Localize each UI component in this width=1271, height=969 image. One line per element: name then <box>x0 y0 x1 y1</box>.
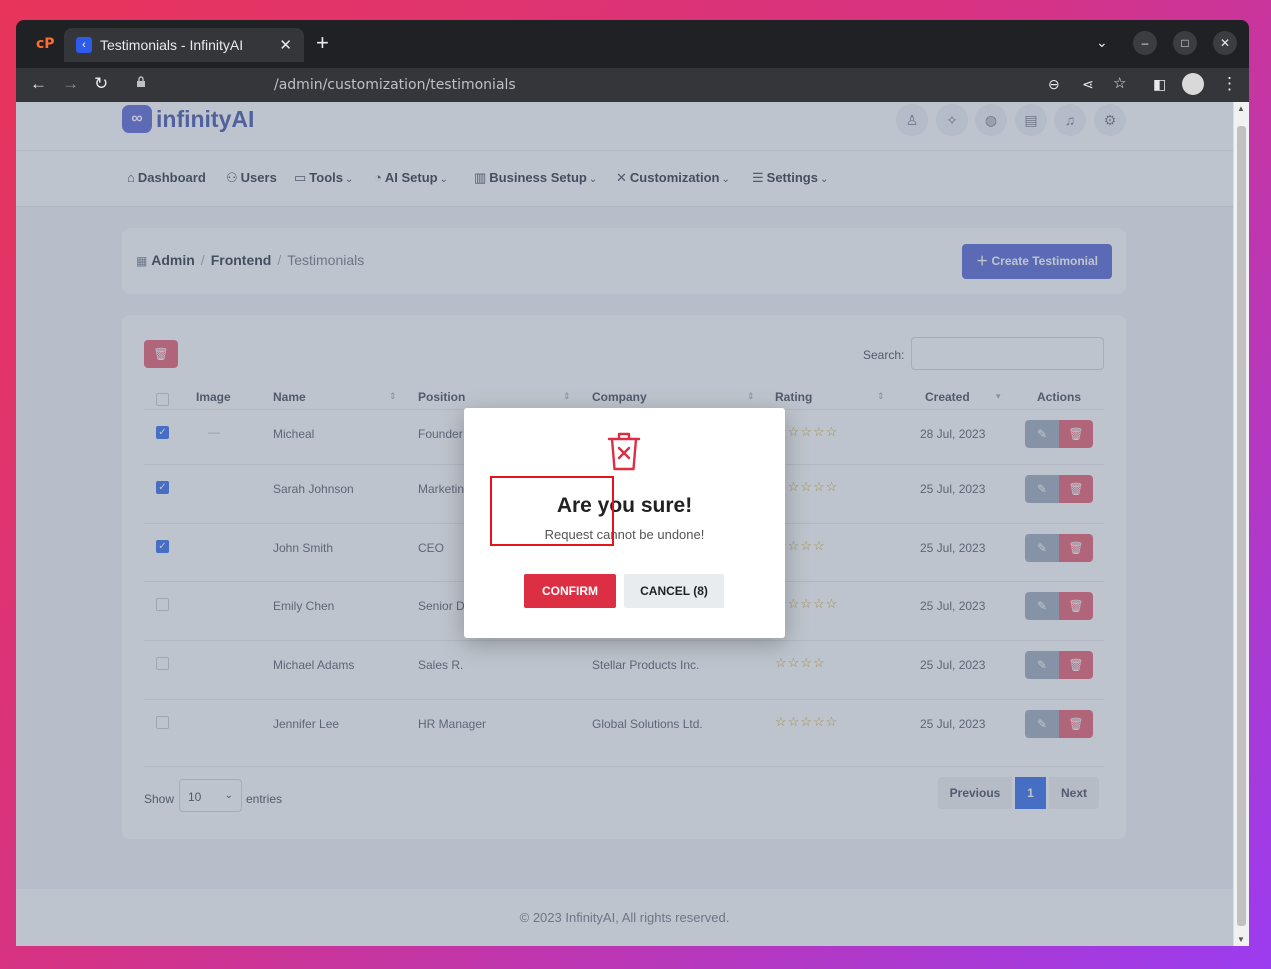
scroll-up-icon[interactable]: ▲ <box>1237 104 1245 113</box>
cancel-button[interactable]: CANCEL (8) <box>624 574 724 608</box>
tab-strip: cP ‹ Testimonials - InfinityAI ✕ + ⌄ – □… <box>16 20 1249 68</box>
share-icon[interactable]: ⋖ <box>1082 74 1094 94</box>
new-tab-button[interactable]: + <box>316 32 329 54</box>
menu-kebab-icon[interactable]: ⋮ <box>1221 74 1238 94</box>
back-icon[interactable]: ← <box>30 74 47 94</box>
close-window-button[interactable]: ✕ <box>1213 31 1237 55</box>
favicon-icon: ‹ <box>76 37 92 53</box>
side-panel-icon[interactable]: ◧ <box>1153 74 1166 94</box>
zoom-icon[interactable]: ⊖ <box>1048 74 1060 94</box>
browser-tab[interactable]: ‹ Testimonials - InfinityAI ✕ <box>64 28 304 62</box>
bookmark-star-icon[interactable]: ☆ <box>1113 74 1126 94</box>
page-scrollbar[interactable]: ▲ ▼ <box>1233 102 1249 946</box>
tab-title: Testimonials - InfinityAI <box>100 37 244 53</box>
browser-window: cP ‹ Testimonials - InfinityAI ✕ + ⌄ – □… <box>16 20 1249 946</box>
scroll-down-icon[interactable]: ▼ <box>1237 935 1245 944</box>
browser-toolbar: ← → ↻ /admin/customization/testimonials … <box>16 68 1249 102</box>
annotation-highlight-box <box>490 476 614 546</box>
trash-x-icon <box>607 432 641 471</box>
scrollbar-thumb[interactable] <box>1237 126 1246 926</box>
cpanel-icon[interactable]: cP <box>36 36 55 52</box>
confirm-button[interactable]: CONFIRM <box>524 574 616 608</box>
address-bar[interactable]: /admin/customization/testimonials <box>274 77 516 93</box>
page-viewport: ∞ infinityAI ♙ ✧ ◍ ▤ ♫ ⚙ ⌂ Dashboard ⚇ Use… <box>16 102 1249 946</box>
tab-search-icon[interactable]: ⌄ <box>1096 34 1108 51</box>
minimize-button[interactable]: – <box>1133 31 1157 55</box>
profile-avatar[interactable] <box>1182 73 1204 95</box>
forward-icon[interactable]: → <box>62 74 79 94</box>
close-tab-icon[interactable]: ✕ <box>279 36 292 54</box>
maximize-button[interactable]: □ <box>1173 31 1197 55</box>
lock-icon <box>137 76 145 87</box>
reload-icon[interactable]: ↻ <box>94 74 108 94</box>
